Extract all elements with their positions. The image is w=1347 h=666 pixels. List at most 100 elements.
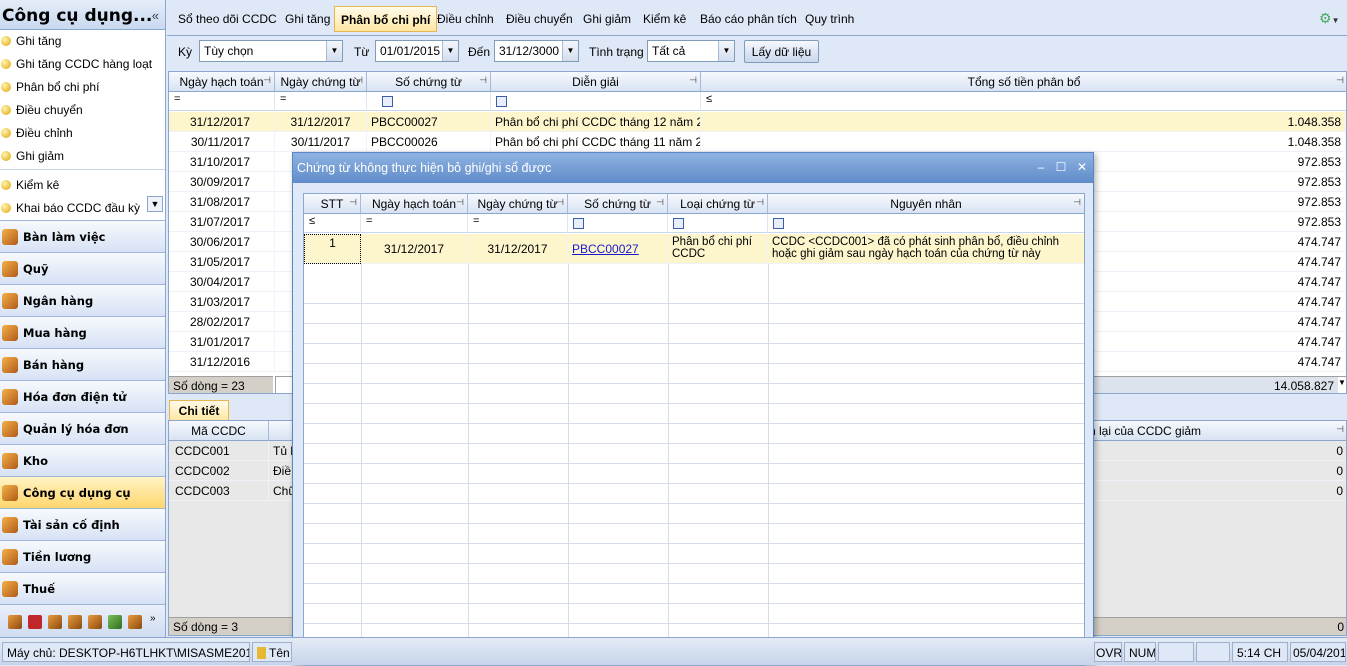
pin-icon[interactable]: ⊣	[689, 75, 697, 86]
module-kho[interactable]: Kho	[0, 444, 165, 476]
tab-dieu-chinh[interactable]: Điều chỉnh	[431, 6, 500, 32]
filter-doc-no[interactable]	[568, 214, 668, 233]
filter-checkbox-icon[interactable]	[496, 96, 507, 107]
module-cong-cu-dung-cu[interactable]: Công cụ dụng cụ	[0, 476, 165, 508]
module-tai-san-co-dinh[interactable]: Tài sản cố định	[0, 508, 165, 540]
col-header-tool-code[interactable]: Mã CCDC	[169, 421, 269, 441]
close-icon[interactable]: ✕	[1074, 159, 1090, 175]
module-ban-lam-viec[interactable]: Bàn làm việc	[0, 220, 165, 252]
shortcut-icon[interactable]	[28, 615, 42, 629]
task-dieu-chinh[interactable]: Điều chỉnh	[0, 122, 165, 145]
shortcut-icon[interactable]	[88, 615, 102, 629]
pin-icon[interactable]: ⊣	[1336, 424, 1344, 435]
more-chevron-icon[interactable]: »	[150, 613, 156, 624]
module-tien-luong[interactable]: Tiền lương	[0, 540, 165, 572]
filter-checkbox-icon[interactable]	[673, 218, 684, 229]
minimize-icon[interactable]: –	[1033, 159, 1049, 175]
filter-doc-date[interactable]: =	[468, 214, 568, 233]
task-ghi-tang[interactable]: Ghi tăng	[0, 30, 165, 53]
filter-reason[interactable]	[768, 214, 1084, 233]
col-header-doc-no[interactable]: Số chứng từ ⊣	[568, 194, 668, 214]
pin-icon[interactable]: ⊣	[479, 75, 487, 86]
table-row[interactable]: 30/11/2017 30/11/2017 PBCC00026 Phân bổ chi…	[169, 132, 1346, 152]
filter-posting-date[interactable]: =	[169, 92, 275, 111]
chevron-down-icon[interactable]: ▼	[718, 41, 734, 61]
status-select[interactable]: Tất cả ▼	[647, 40, 735, 62]
filter-stt[interactable]: ≤	[304, 214, 361, 233]
module-ngan-hang[interactable]: Ngân hàng	[0, 284, 165, 316]
gear-icon[interactable]: ⚙▼	[1319, 10, 1341, 28]
task-phan-bo-chi-phi[interactable]: Phân bổ chi phí	[0, 76, 165, 99]
period-select[interactable]: Tùy chọn ▼	[199, 40, 343, 62]
pin-icon[interactable]: ⊣	[556, 197, 564, 208]
load-data-button[interactable]: Lấy dữ liệu	[744, 40, 819, 63]
tab-kiem-ke[interactable]: Kiểm kê	[637, 6, 692, 32]
shortcut-icon[interactable]	[8, 615, 22, 629]
tab-phan-bo-chi-phi[interactable]: Phân bổ chi phí	[334, 6, 438, 32]
module-thue[interactable]: Thuế	[0, 572, 165, 604]
shortcut-icon[interactable]	[108, 615, 122, 629]
col-header-reason[interactable]: Nguyên nhân ⊣	[768, 194, 1084, 214]
task-dieu-chuyen[interactable]: Điều chuyển	[0, 99, 165, 122]
filter-doc-type[interactable]	[668, 214, 768, 233]
maximize-icon[interactable]: ☐	[1053, 159, 1069, 175]
pin-icon[interactable]: ⊣	[263, 75, 271, 86]
tab-so-theo-doi[interactable]: Sổ theo dõi CCDC	[172, 6, 283, 32]
col-header-stt[interactable]: STT ⊣	[304, 194, 361, 214]
shortcut-icon[interactable]	[128, 615, 142, 629]
tab-ghi-tang[interactable]: Ghi tăng	[279, 6, 336, 32]
pin-icon[interactable]: ⊣	[1073, 197, 1081, 208]
filter-posting-date[interactable]: =	[361, 214, 468, 233]
col-header-posting-date[interactable]: Ngày hạch toán ⊣	[169, 72, 275, 92]
doc-no-link[interactable]: PBCC00027	[572, 242, 639, 256]
module-mua-hang[interactable]: Mua hàng	[0, 316, 165, 348]
from-date-input[interactable]: 01/01/2015 ▼	[375, 40, 459, 62]
filter-doc-date[interactable]: =	[275, 92, 367, 111]
to-date-input[interactable]: 31/12/3000 ▼	[494, 40, 579, 62]
col-header-description[interactable]: Diễn giải ⊣	[491, 72, 701, 92]
tab-quy-trinh[interactable]: Quy trình	[799, 6, 860, 32]
pin-icon[interactable]: ⊣	[355, 75, 363, 86]
tab-chi-tiet[interactable]: Chi tiết	[169, 400, 229, 421]
module-quy[interactable]: Quỹ	[0, 252, 165, 284]
col-header-total[interactable]: Tổng số tiền phân bổ ⊣	[701, 72, 1346, 92]
pin-icon[interactable]: ⊣	[656, 197, 664, 208]
task-kiem-ke[interactable]: Kiểm kê	[0, 174, 165, 197]
chevron-down-icon[interactable]: ▼	[442, 41, 458, 61]
shortcut-icon[interactable]	[68, 615, 82, 629]
pin-icon[interactable]: ⊣	[456, 197, 464, 208]
tab-ghi-giam[interactable]: Ghi giảm	[577, 6, 637, 32]
col-header-posting-date[interactable]: Ngày hạch toán ⊣	[361, 194, 468, 214]
task-ghi-giam[interactable]: Ghi giảm	[0, 145, 165, 168]
filter-checkbox-icon[interactable]	[573, 218, 584, 229]
collapse-icon[interactable]: «	[152, 8, 159, 23]
tab-dieu-chuyen[interactable]: Điều chuyển	[500, 6, 579, 32]
task-icon	[1, 151, 11, 161]
tab-bao-cao[interactable]: Báo cáo phân tích	[694, 6, 803, 32]
error-grid: STT ⊣ Ngày hạch toán ⊣ Ngày chứng từ ⊣ Số c…	[303, 193, 1085, 666]
col-header-doc-type[interactable]: Loại chứng từ ⊣	[668, 194, 768, 214]
filter-description[interactable]	[491, 92, 701, 111]
table-row[interactable]: 1 31/12/2017 31/12/2017 PBCC00027 Phân b…	[304, 234, 1084, 264]
col-header-doc-no[interactable]: Số chứng từ ⊣	[367, 72, 491, 92]
scroll-down-icon[interactable]: ▼	[1338, 378, 1346, 387]
filter-checkbox-icon[interactable]	[382, 96, 393, 107]
module-quan-ly-hoa-don[interactable]: Quản lý hóa đơn	[0, 412, 165, 444]
module-hoa-don-dien-tu[interactable]: Hóa đơn điện tử	[0, 380, 165, 412]
col-header-doc-date[interactable]: Ngày chứng từ ⊣	[275, 72, 367, 92]
chevron-down-icon[interactable]: ▼	[562, 41, 578, 61]
table-row[interactable]: 31/12/2017 31/12/2017 PBCC00027 Phân bổ chi…	[169, 112, 1346, 132]
filter-doc-no[interactable]	[367, 92, 491, 111]
pin-icon[interactable]: ⊣	[349, 197, 357, 208]
task-khai-bao-dau-ky[interactable]: Khai báo CCDC đầu kỳ	[0, 197, 146, 220]
pin-icon[interactable]: ⊣	[756, 197, 764, 208]
filter-checkbox-icon[interactable]	[773, 218, 784, 229]
col-header-doc-date[interactable]: Ngày chứng từ ⊣	[468, 194, 568, 214]
pin-icon[interactable]: ⊣	[1336, 75, 1344, 86]
chevron-down-icon[interactable]: ▼	[326, 41, 342, 61]
scroll-down-icon[interactable]: ▼	[147, 196, 163, 212]
module-ban-hang[interactable]: Bán hàng	[0, 348, 165, 380]
task-ghi-tang-hang-loat[interactable]: Ghi tăng CCDC hàng loạt	[0, 53, 165, 76]
shortcut-icon[interactable]	[48, 615, 62, 629]
filter-total[interactable]: ≤	[701, 92, 1346, 111]
